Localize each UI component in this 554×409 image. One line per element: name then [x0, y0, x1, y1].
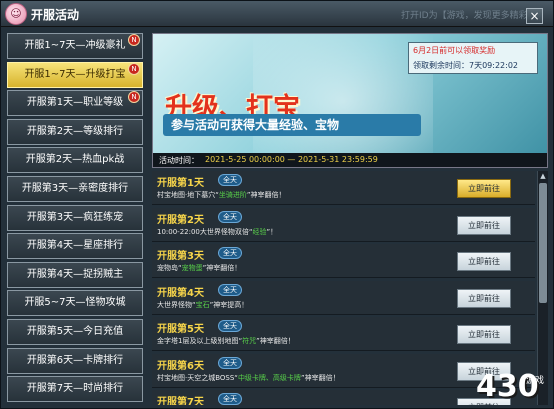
go-now-button[interactable]: 立即前往: [457, 288, 511, 308]
sidebar-item-label: 开服第7天—时尚排行: [26, 383, 124, 395]
row-desc-text: 村宝地图·天空之城BOSS“: [157, 373, 238, 382]
day-activity-row: 开服第2天 全天 10:00-22:00大世界怪物双倍“经验”！ 立即前往: [152, 207, 535, 242]
title-bar: ☺ 开服活动 打开ID为【游戏，发现更多精彩】 ×: [1, 1, 553, 27]
activity-time-bar: 活动时间： 2021-5-25 00:00:00 — 2021-5-31 23:…: [153, 153, 547, 167]
close-button[interactable]: ×: [526, 8, 543, 24]
scroll-up-icon[interactable]: ▲: [538, 171, 548, 181]
row-description: 金字塔1层及以上级别地图“符咒”神宰翻倍！: [157, 336, 295, 346]
banner-subtitle: 参与活动可获得大量经验、宝物: [163, 114, 421, 136]
sidebar-item-label: 开服第3天—亲密度排行: [21, 183, 129, 194]
reward-notice-remaining: 领取剩余时间：7天09:22:02: [413, 60, 518, 71]
sidebar-item-label: 开服1~7天—升级打宝: [24, 68, 126, 80]
row-allday-tag: 全天: [218, 320, 242, 332]
row-highlight-text: 符咒: [242, 337, 257, 345]
new-badge-icon: N: [128, 34, 140, 46]
sidebar-item-label: 开服5~7天—怪物攻城: [24, 297, 126, 309]
sidebar-item[interactable]: 开服第5天—今日充值: [7, 319, 143, 345]
row-day-title: 开服第2天: [157, 214, 204, 226]
sidebar-item-label: 开服第4天—星座排行: [26, 240, 124, 252]
sidebar-item[interactable]: 开服第4天—捉拐贼主: [7, 261, 143, 288]
row-allday-tag: 全天: [218, 174, 242, 186]
new-badge-icon: N: [128, 91, 140, 104]
row-desc-text: ”神宰翻倍！: [246, 191, 286, 199]
row-highlight-text: 中级卡牌、高级卡牌: [237, 373, 301, 382]
sidebar-item[interactable]: 开服第7天—时尚排行: [7, 376, 143, 403]
row-day-title: 开服第4天: [157, 287, 204, 299]
row-description: 村宝地图·地下墓穴“坐骑进阶”神宰翻倍！: [157, 190, 286, 200]
row-highlight-text: 宝石: [195, 300, 210, 309]
activity-time-range: 2021-5-25 00:00:00 — 2021-5-31 23:59:59: [205, 155, 378, 164]
sidebar-item-label: 开服第6天—卡牌排行: [26, 354, 124, 366]
row-desc-text: 金字塔1层及以上级别地图“: [157, 337, 243, 345]
sidebar-item[interactable]: 开服第3天—疯狂练宠: [7, 204, 143, 231]
day-activity-row: 开服第4天 全天大世界怪物“宝石”神宰提高！ 立即前往: [152, 280, 535, 315]
go-now-button[interactable]: 立即前往: [457, 252, 511, 271]
row-allday-tag: 全天: [218, 283, 242, 296]
row-day-title: 开服第5天: [157, 324, 204, 335]
sidebar-item[interactable]: 开服第6天—卡牌排行: [7, 347, 143, 374]
reward-notice-deadline: 6月2日前可以领取奖励: [413, 46, 496, 55]
sidebar-item[interactable]: 开服1~7天—冲级豪礼 N: [7, 33, 143, 59]
logo-subtext: 游戏: [526, 376, 545, 386]
day-activity-row: 开服第5天 全天金字塔1层及以上级别地图“符咒”神宰翻倍！ 立即前往: [152, 317, 535, 351]
window-title: 开服活动: [31, 8, 80, 22]
row-highlight-text: 宠物蛋: [181, 264, 203, 272]
row-highlight-text: 坐骑进阶: [218, 191, 247, 199]
activity-window: ☺ 开服活动 打开ID为【游戏，发现更多精彩】 × 开服1~7天—冲级豪礼 N 开服…: [0, 0, 554, 409]
sidebar-item-label: 开服第1天—职业等级: [26, 97, 124, 109]
scroll-thumb[interactable]: [539, 183, 547, 303]
remaining-label: 领取剩余时间：: [413, 61, 469, 70]
sidebar-item[interactable]: 开服第3天—亲密度排行: [7, 176, 143, 202]
sidebar-item-label: 开服第5天—今日充值: [26, 326, 124, 337]
row-day-title: 开服第3天: [157, 251, 204, 262]
go-now-button[interactable]: 立即前往: [457, 215, 511, 235]
row-allday-tag: 全天: [218, 393, 242, 405]
sidebar-item[interactable]: 开服1~7天—升级打宝 N: [7, 61, 143, 88]
day-activity-row: 开服第1天 全天村宝地图·地下墓穴“坐骑进阶”神宰翻倍！ 立即前往: [152, 171, 535, 205]
activity-time-label: 活动时间：: [159, 156, 199, 165]
row-day-title: 开服第1天: [157, 178, 204, 189]
row-allday-tag: 全天: [218, 247, 242, 259]
row-desc-text: ”神宰提高！: [209, 300, 249, 309]
sidebar-item-label: 开服第2天—等级排行: [26, 125, 124, 137]
row-allday-tag: 全天: [218, 210, 242, 223]
sidebar-item[interactable]: 开服第1天—职业等级 N: [7, 90, 143, 117]
reward-notice: 6月2日前可以领取奖励 领取剩余时间：7天09:22:02: [408, 42, 538, 74]
sidebar-item-label: 开服1~7天—冲级豪礼: [24, 40, 126, 51]
sidebar-item-label: 开服第3天—疯狂练宠: [26, 211, 124, 223]
row-highlight-text: 经验: [252, 227, 267, 236]
site-logo: 430 游戏: [476, 369, 551, 407]
sidebar-item[interactable]: 开服第4天—星座排行: [7, 233, 143, 260]
row-desc-text: ”神宰翻倍！: [300, 373, 340, 382]
row-description: 10:00-22:00大世界怪物双倍“经验”！: [157, 227, 277, 237]
row-description: 大世界怪物“宝石”神宰提高！: [157, 300, 248, 310]
sidebar-item[interactable]: 开服5~7天—怪物攻城: [7, 290, 143, 317]
row-desc-text: 村宝地图·地下墓穴“: [157, 191, 219, 199]
row-desc-text: 10:00-22:00大世界怪物双倍“: [157, 227, 253, 236]
activity-banner: 升级、打宝 参与活动可获得大量经验、宝物 6月2日前可以领取奖励 领取剩余时间：…: [152, 33, 548, 168]
sidebar-item[interactable]: 开服第2天—等级排行: [7, 118, 143, 145]
row-day-title: 开服第6天: [157, 360, 204, 372]
row-allday-tag: 全天: [218, 356, 242, 369]
row-day-title: 开服第7天: [157, 397, 204, 405]
watermark-text: 打开ID为【游戏，发现更多精彩】: [401, 11, 537, 21]
row-desc-text: 宠物岛“: [157, 264, 182, 272]
sidebar-item-label: 开服第4天—捉拐贼主: [26, 268, 124, 280]
go-now-button[interactable]: 立即前往: [457, 325, 511, 344]
row-desc-text: ”神宰翻倍！: [202, 264, 242, 272]
sidebar-item-label: 开服第2天—热血pk战: [25, 154, 125, 166]
title-avatar-icon: ☺: [5, 3, 27, 25]
row-desc-text: ”神宰翻倍！: [256, 337, 295, 345]
row-desc-text: 大世界怪物“: [157, 300, 196, 309]
new-badge-icon: N: [128, 62, 140, 75]
row-desc-text: ”！: [266, 227, 278, 236]
activity-sidebar: 开服1~7天—冲级豪礼 N 开服1~7天—升级打宝 N 开服第1天—职业等级 N 开服第2天…: [7, 33, 148, 405]
row-description: 宠物岛“宠物蛋”神宰翻倍！: [157, 263, 241, 273]
sidebar-item[interactable]: 开服第2天—热血pk战: [7, 147, 143, 174]
day-activity-row: 开服第3天 全天宠物岛“宠物蛋”神宰翻倍！ 立即前往: [152, 244, 535, 278]
go-now-button[interactable]: 立即前往: [457, 179, 511, 198]
row-description: 村宝地图·天空之城BOSS“中级卡牌、高级卡牌”神宰翻倍！: [157, 373, 340, 383]
remaining-value: 7天09:22:02: [469, 61, 519, 70]
